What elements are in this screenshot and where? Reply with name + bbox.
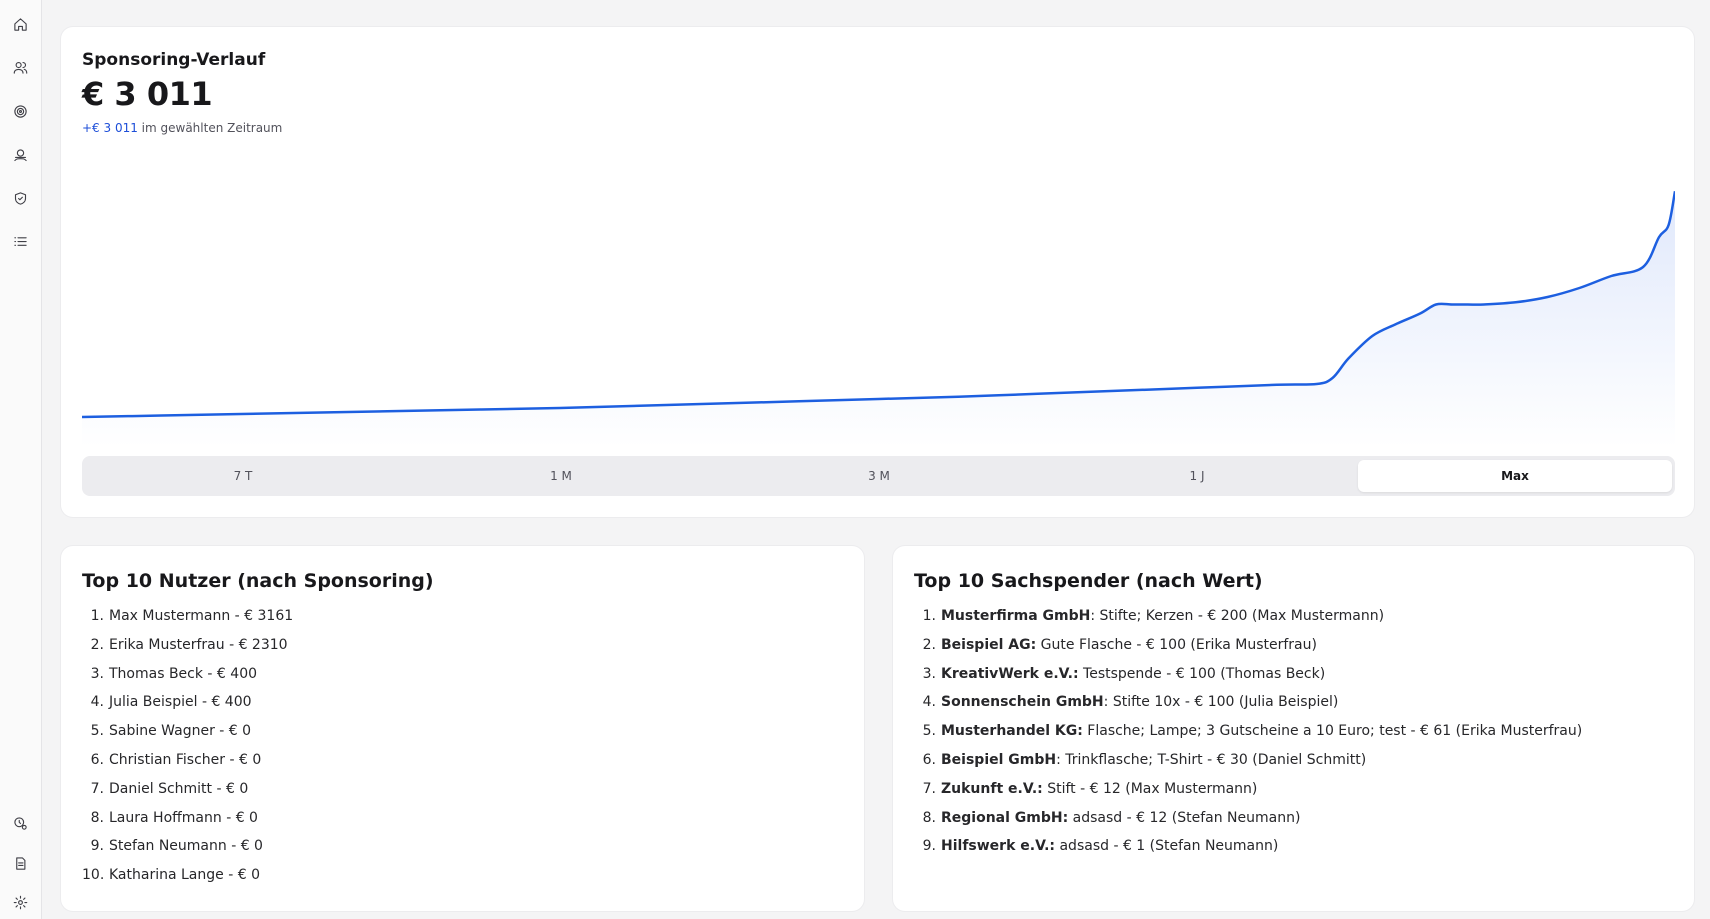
list-number: 3. xyxy=(90,665,104,682)
list-item: 8. Laura Hoffmann - € 0 xyxy=(82,810,293,839)
range-max-button[interactable]: Max xyxy=(1358,460,1672,492)
time-range-selector: 7 T 1 M 3 M 1 J Max xyxy=(82,456,1675,496)
top-donors-card: Top 10 Sachspender (nach Wert) 1. Musterf… xyxy=(893,546,1694,911)
donor-detail: Stifte; Kerzen - € 200 (Max Mustermann) xyxy=(1095,608,1385,624)
donor-detail: Stift - € 12 (Max Mustermann) xyxy=(1042,780,1258,797)
badge-icon[interactable] xyxy=(11,814,29,832)
sponsoring-line-chart xyxy=(82,190,1675,447)
donor-detail: Stifte 10x - € 100 (Julia Beispiel) xyxy=(1108,694,1339,711)
list-number: 4. xyxy=(922,694,936,711)
list-number: 8. xyxy=(922,809,936,826)
list-number: 1. xyxy=(90,608,104,624)
list-number: 6. xyxy=(922,751,936,768)
donor-name: Musterfirma GmbH xyxy=(941,608,1091,624)
chart-title: Sponsoring-Verlauf xyxy=(82,50,266,70)
top-users-title: Top 10 Nutzer (nach Sponsoring) xyxy=(82,570,434,592)
list-item: 4. Sonnenschein GmbH: Stifte 10x - € 100 … xyxy=(914,694,1582,723)
users-icon[interactable] xyxy=(11,58,29,76)
list-text: Erika Musterfrau - € 2310 xyxy=(109,636,288,653)
list-text: Laura Hoffmann - € 0 xyxy=(109,809,258,826)
list-text: Julia Beispiel - € 400 xyxy=(109,694,252,711)
list-text: Stefan Neumann - € 0 xyxy=(109,838,263,855)
list-item: 1. Musterfirma GmbH: Stifte; Kerzen - € 2… xyxy=(914,608,1582,637)
donor-name: Beispiel AG: xyxy=(941,636,1037,653)
donor-name: Zukunft e.V.: xyxy=(941,780,1043,797)
document-icon[interactable] xyxy=(11,854,29,872)
list-item: 7. Zukunft e.V.: Stift - € 12 (Max Muster… xyxy=(914,781,1582,810)
chart-delta: +€ 3 011 xyxy=(82,121,138,135)
donor-name: Hilfswerk e.V.: xyxy=(941,838,1056,855)
list-number: 2. xyxy=(922,636,936,653)
donor-detail: Trinkflasche; T-Shirt - € 30 (Daniel Sch… xyxy=(1060,751,1367,768)
range-7t-button[interactable]: 7 T xyxy=(86,460,400,492)
list-number: 5. xyxy=(922,723,936,740)
list-item: 2. Erika Musterfrau - € 2310 xyxy=(82,637,293,666)
top-users-card: Top 10 Nutzer (nach Sponsoring) 1. Max Mu… xyxy=(61,546,864,911)
list-item: 6. Beispiel GmbH: Trinkflasche; T-Shirt -… xyxy=(914,752,1582,781)
donate-icon[interactable] xyxy=(11,146,29,164)
settings-icon[interactable] xyxy=(11,893,29,911)
donor-name: Musterhandel KG: xyxy=(941,723,1083,740)
list-number: 3. xyxy=(922,665,936,682)
list-text: Christian Fischer - € 0 xyxy=(109,751,262,768)
sponsoring-chart-card: Sponsoring-Verlauf € 3 011 +€ 3 011 im g… xyxy=(61,27,1694,517)
donor-name: KreativWerk e.V.: xyxy=(941,665,1079,682)
sidebar xyxy=(0,0,42,919)
list-item: 6. Christian Fischer - € 0 xyxy=(82,752,293,781)
chart-total-value: € 3 011 xyxy=(82,75,213,113)
donor-detail: Gute Flasche - € 100 (Erika Musterfrau) xyxy=(1036,636,1317,653)
range-1m-button[interactable]: 1 M xyxy=(404,460,718,492)
list-item: 3. Thomas Beck - € 400 xyxy=(82,666,293,695)
donor-detail: adsasd - € 12 (Stefan Neumann) xyxy=(1068,809,1301,826)
list-text: Max Mustermann - € 3161 xyxy=(109,608,294,624)
donor-name: Sonnenschein GmbH xyxy=(941,694,1104,711)
list-number: 10. xyxy=(82,867,105,884)
list-item: 1. Max Mustermann - € 3161 xyxy=(82,608,294,637)
list-item: 9. Stefan Neumann - € 0 xyxy=(82,838,293,867)
donor-detail: adsasd - € 1 (Stefan Neumann) xyxy=(1055,838,1279,855)
list-number: 9. xyxy=(90,838,104,855)
list-text: Daniel Schmitt - € 0 xyxy=(109,780,249,797)
list-item: 2. Beispiel AG: Gute Flasche - € 100 (Eri… xyxy=(914,637,1582,666)
list-item: 9. Hilfswerk e.V.: adsasd - € 1 (Stefan N… xyxy=(914,838,1582,867)
list-number: 1. xyxy=(922,608,936,624)
list-icon[interactable] xyxy=(11,232,29,250)
shield-icon[interactable] xyxy=(11,189,29,207)
list-item: 5. Sabine Wagner - € 0 xyxy=(82,723,293,752)
list-item: 4. Julia Beispiel - € 400 xyxy=(82,694,293,723)
list-number: 2. xyxy=(90,636,104,653)
list-number: 7. xyxy=(90,780,104,797)
list-text: Thomas Beck - € 400 xyxy=(109,665,258,682)
top-donors-list: 1. Musterfirma GmbH: Stifte; Kerzen - € 2… xyxy=(914,608,1583,867)
list-number: 8. xyxy=(90,809,104,826)
donor-name: Regional GmbH: xyxy=(941,809,1069,826)
top-users-list: 1. Max Mustermann - € 3161 2. Erika Muster… xyxy=(82,608,293,896)
chart-area-fill xyxy=(82,191,1675,447)
donor-name: Beispiel GmbH xyxy=(941,751,1057,768)
list-item: 5. Musterhandel KG: Flasche; Lampe; 3 Gut… xyxy=(914,723,1583,752)
range-3m-button[interactable]: 3 M xyxy=(722,460,1036,492)
top-donors-title: Top 10 Sachspender (nach Wert) xyxy=(914,570,1263,592)
list-text: Katharina Lange - € 0 xyxy=(109,867,260,884)
chart-delta-suffix: im gewählten Zeitraum xyxy=(137,121,283,135)
list-item: 10. Katharina Lange - € 0 xyxy=(82,867,293,896)
list-item: 7. Daniel Schmitt - € 0 xyxy=(82,781,293,810)
chart-subtitle: +€ 3 011 im gewählten Zeitraum xyxy=(82,121,282,135)
target-icon[interactable] xyxy=(11,102,29,120)
list-text: Sabine Wagner - € 0 xyxy=(109,723,252,740)
home-icon[interactable] xyxy=(11,15,29,33)
list-number: 6. xyxy=(90,751,104,768)
list-number: 4. xyxy=(90,694,104,711)
range-1j-button[interactable]: 1 J xyxy=(1040,460,1354,492)
donor-detail: Flasche; Lampe; 3 Gutscheine a 10 Euro; … xyxy=(1082,723,1583,740)
list-item: 3. KreativWerk e.V.: Testspende - € 100 (… xyxy=(914,666,1582,695)
donor-detail: Testspende - € 100 (Thomas Beck) xyxy=(1078,665,1326,682)
list-number: 7. xyxy=(922,780,936,797)
list-number: 9. xyxy=(922,838,936,855)
list-number: 5. xyxy=(90,723,104,740)
list-item: 8. Regional GmbH: adsasd - € 12 (Stefan N… xyxy=(914,810,1582,839)
